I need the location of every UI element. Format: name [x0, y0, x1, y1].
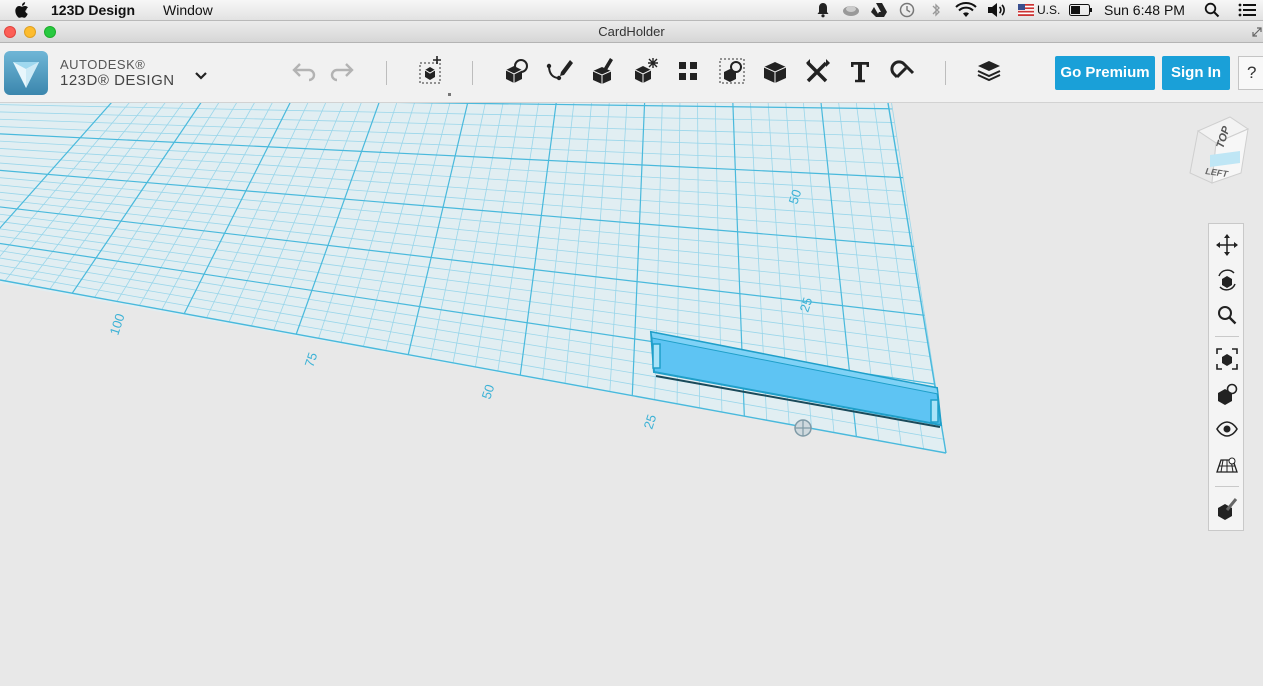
pan-button[interactable]: [1215, 233, 1239, 257]
toolbar-separator: [386, 61, 387, 85]
transform-icon: [419, 56, 441, 84]
navbar-separator: [1215, 336, 1239, 337]
materials-tool-button[interactable]: [972, 54, 1006, 88]
fit-view-button[interactable]: [1215, 347, 1239, 371]
modify-icon: [634, 58, 658, 83]
sketch-tool-button[interactable]: [543, 54, 577, 88]
time-machine-icon[interactable]: [898, 2, 915, 18]
text-icon: [851, 62, 869, 83]
combine-tool-button[interactable]: [758, 54, 792, 88]
eye-icon: [1216, 421, 1238, 437]
navigation-bar: [1208, 223, 1244, 531]
volume-icon[interactable]: [987, 2, 1007, 18]
brand-line-2: 123D® DESIGN: [60, 72, 175, 89]
construct-tool-button[interactable]: [586, 54, 620, 88]
clock[interactable]: Sun 6:48 PM: [1104, 1, 1185, 19]
material-brush-icon: [1218, 498, 1238, 520]
measure-icon: [806, 59, 830, 83]
pattern-icon: [679, 62, 697, 80]
pattern-tool-button[interactable]: [671, 54, 705, 88]
app-menu-chevron-down-icon[interactable]: [194, 71, 208, 81]
window-title-bar: CardHolder: [0, 21, 1263, 43]
workplane-scene[interactable]: 100 75 50 25 50 25 TOP LEFT: [0, 103, 1263, 686]
help-button[interactable]: ?: [1238, 56, 1263, 90]
toolbar-separator: [945, 61, 946, 85]
toolbar-separator: [472, 61, 473, 85]
fit-view-icon: [1216, 348, 1238, 370]
sketch-icon: [546, 60, 573, 81]
undo-button[interactable]: [286, 54, 320, 88]
text-tool-button[interactable]: [843, 54, 877, 88]
zoom-button[interactable]: [1215, 303, 1239, 327]
cloud-drive-icon[interactable]: [842, 3, 860, 17]
apple-menu-icon[interactable]: [15, 2, 31, 18]
window-menu[interactable]: Window: [163, 1, 213, 19]
x-axis-label: 50: [479, 383, 498, 401]
orbit-icon: [1218, 269, 1236, 291]
autodesk-logo-icon: [13, 62, 39, 88]
grid-visibility-button[interactable]: [1215, 452, 1239, 476]
system-menu-bar: 123D Design Window U.S. Sun 6:48 PM: [0, 0, 1263, 21]
snap-tool-button[interactable]: [886, 54, 920, 88]
main-toolbar: AUTODESK® 123D® DESIGN Go Premium Sign I…: [0, 43, 1263, 103]
transform-tool-button[interactable]: [414, 54, 448, 88]
grouping-icon: [719, 58, 745, 84]
3d-viewport[interactable]: 100 75 50 25 50 25 TOP LEFT: [0, 103, 1263, 686]
brand-line-1: AUTODESK®: [60, 57, 146, 72]
grid-eye-icon: [1216, 457, 1238, 473]
dropdown-corner: [448, 93, 451, 96]
sign-in-button[interactable]: Sign In: [1162, 56, 1230, 90]
layers-materials-icon: [977, 61, 1001, 82]
construct-icon: [592, 58, 613, 84]
x-axis-label: 25: [641, 413, 660, 431]
origin-marker-icon: [794, 419, 812, 437]
spotlight-search-icon[interactable]: [1204, 2, 1220, 18]
x-axis-label: 75: [302, 351, 321, 369]
primitives-icon: [505, 59, 528, 83]
navbar-separator: [1215, 486, 1239, 487]
material-settings-button[interactable]: [1215, 496, 1239, 520]
battery-icon[interactable]: [1069, 4, 1093, 16]
measure-tool-button[interactable]: [801, 54, 835, 88]
perspective-button[interactable]: [1215, 382, 1239, 406]
redo-icon: [330, 63, 354, 82]
undo-icon: [292, 63, 316, 82]
notification-center-icon[interactable]: [1238, 3, 1256, 17]
view-cube[interactable]: TOP LEFT: [1189, 116, 1250, 184]
window-title: CardHolder: [598, 24, 665, 39]
app-menu[interactable]: 123D Design: [51, 1, 135, 19]
combine-icon: [763, 62, 787, 83]
app-logo[interactable]: [4, 51, 48, 95]
modify-tool-button[interactable]: [629, 54, 663, 88]
perspective-view-icon: [1218, 383, 1238, 405]
pan-arrows-icon: [1216, 234, 1238, 256]
bluetooth-icon[interactable]: [931, 2, 941, 18]
grouping-tool-button[interactable]: [715, 54, 749, 88]
visibility-button[interactable]: [1215, 417, 1239, 441]
x-axis-label: 100: [107, 312, 128, 337]
primitives-tool-button[interactable]: [500, 54, 534, 88]
fullscreen-icon[interactable]: [1252, 27, 1262, 37]
orbit-button[interactable]: [1215, 268, 1239, 292]
google-drive-icon[interactable]: [871, 3, 887, 17]
wifi-icon[interactable]: [955, 2, 977, 18]
go-premium-button[interactable]: Go Premium: [1055, 56, 1155, 90]
input-source-label[interactable]: U.S.: [1037, 1, 1060, 19]
magnet-snap-icon: [890, 60, 915, 79]
us-flag-icon[interactable]: [1018, 4, 1034, 16]
notification-bell-icon[interactable]: [816, 2, 830, 18]
magnifier-zoom-icon: [1218, 306, 1237, 325]
redo-button[interactable]: [326, 54, 360, 88]
